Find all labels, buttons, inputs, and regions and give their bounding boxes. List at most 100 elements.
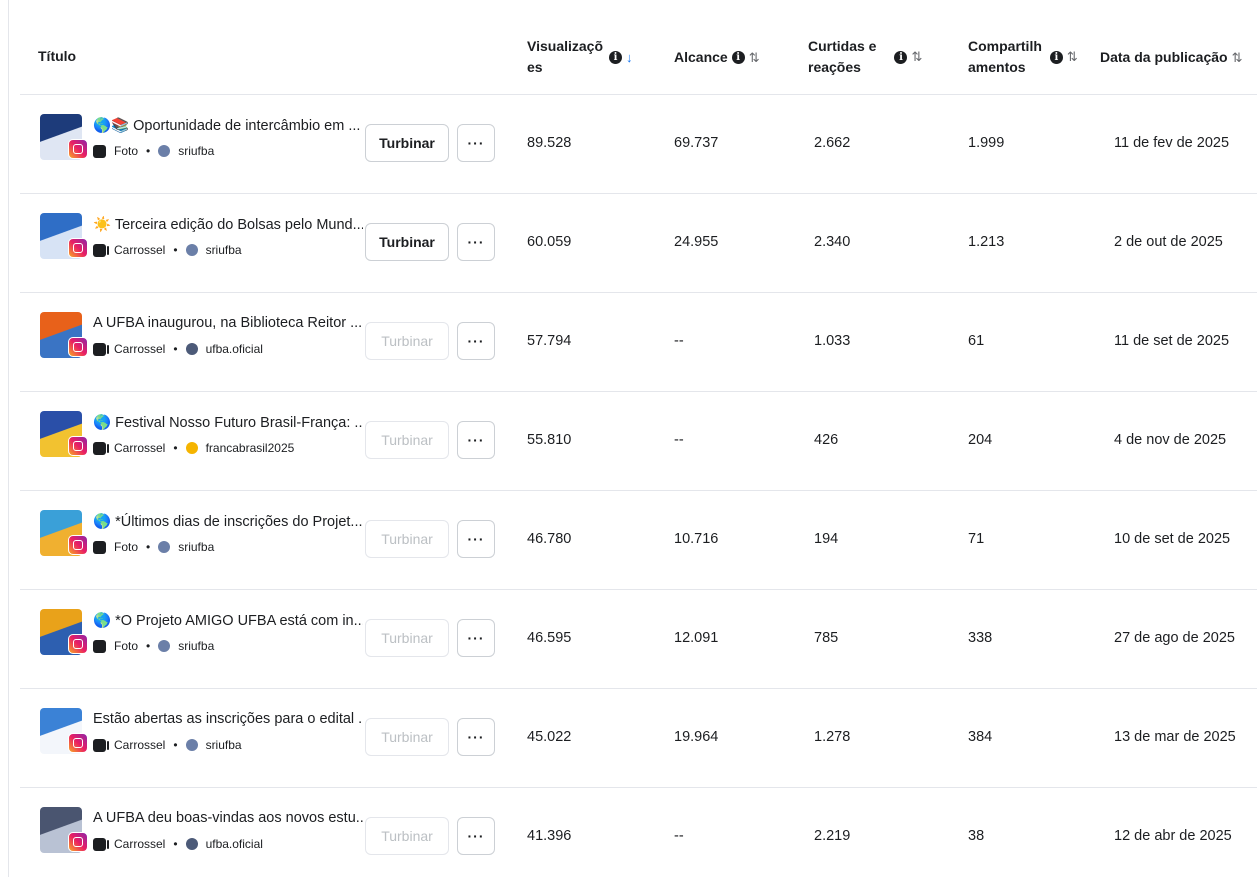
page-left-border [8, 0, 9, 877]
more-options-button[interactable]: ··· [457, 817, 495, 855]
table-header: Título Visualizaçõ es i ↓ Alcance i ⇅ Cu… [20, 0, 1257, 94]
carousel-icon [93, 837, 109, 851]
post-emoji: 🌎 [93, 415, 112, 431]
table-row[interactable]: 🌎 *Últimos dias de inscrições do Projet.… [20, 490, 1257, 590]
post-title[interactable]: A UFBA inaugurou, na Biblioteca Reitor .… [93, 315, 363, 331]
shares-info-icon[interactable]: i [1049, 50, 1063, 64]
photo-icon [93, 639, 106, 653]
post-title-text: *Últimos dias de inscrições do Projet... [115, 514, 363, 530]
post-title[interactable]: 🌎 Festival Nosso Futuro Brasil-França: .… [93, 414, 363, 431]
post-title[interactable]: Estão abertas as inscrições para o edita… [93, 711, 363, 727]
sort-icon[interactable]: ⇅ [749, 50, 760, 66]
post-emoji: 🌎 [93, 514, 112, 530]
reactions-value: 2.340 [814, 234, 851, 250]
header-title-label: Título [38, 48, 77, 64]
boost-button[interactable]: Turbinar [365, 124, 449, 162]
sort-icon[interactable]: ⇅ [1232, 50, 1243, 66]
separator-dot: • [146, 639, 151, 653]
views-value: 60.059 [527, 234, 572, 250]
account-avatar-icon [185, 442, 198, 454]
table-row[interactable]: A UFBA deu boas-vindas aos novos estu...… [20, 787, 1257, 887]
post-meta: Foto • sriufba [93, 144, 214, 158]
header-shares-line2: amentos [968, 59, 1026, 75]
sort-icon[interactable]: ⇅ [911, 49, 922, 65]
post-title[interactable]: ☀️ Terceira edição do Bolsas pelo Mund..… [93, 216, 363, 233]
header-reach[interactable]: Alcance i ⇅ [674, 47, 760, 68]
boost-button[interactable]: Turbinar [365, 619, 449, 657]
boost-button[interactable]: Turbinar [365, 223, 449, 261]
reactions-value: 2.219 [814, 828, 851, 844]
post-emoji: 🌎📚 [93, 118, 130, 134]
date-value: 13 de mar de 2025 [1114, 729, 1236, 745]
more-options-button[interactable]: ··· [457, 322, 495, 360]
post-type: Carrossel [114, 837, 166, 851]
instagram-icon [68, 535, 88, 555]
account-avatar-icon [158, 541, 171, 553]
views-value: 46.780 [527, 531, 572, 547]
header-shares[interactable]: Compartilh amentos i ⇅ [968, 36, 1078, 78]
table-row[interactable]: Estão abertas as inscrições para o edita… [20, 688, 1257, 788]
header-views[interactable]: Visualizaçõ es i ↓ [527, 36, 633, 78]
more-options-button[interactable]: ··· [457, 619, 495, 657]
reach-value: 12.091 [674, 630, 719, 646]
sort-icon[interactable]: ⇅ [1067, 49, 1078, 65]
post-meta: Carrossel • sriufba [93, 738, 242, 752]
more-options-button[interactable]: ··· [457, 421, 495, 459]
reach-value: 69.737 [674, 135, 719, 151]
reach-value: -- [674, 828, 684, 844]
post-title-text: Terceira edição do Bolsas pelo Mund... [114, 217, 363, 233]
boost-button[interactable]: Turbinar [365, 520, 449, 558]
account-avatar-icon [158, 640, 171, 652]
more-options-button[interactable]: ··· [457, 124, 495, 162]
post-account: sriufba [205, 738, 242, 752]
post-type: Carrossel [114, 243, 166, 257]
table-row[interactable]: 🌎 *O Projeto AMIGO UFBA está com in... F… [20, 589, 1257, 689]
boost-button[interactable]: Turbinar [365, 718, 449, 756]
post-type: Carrossel [114, 738, 166, 752]
boost-button[interactable]: Turbinar [365, 421, 449, 459]
shares-value: 204 [968, 432, 993, 448]
more-options-button[interactable]: ··· [457, 520, 495, 558]
post-title[interactable]: 🌎 *O Projeto AMIGO UFBA está com in... [93, 612, 363, 629]
post-title-text: Oportunidade de intercâmbio em ... [133, 118, 361, 134]
post-title[interactable]: 🌎📚 Oportunidade de intercâmbio em ... [93, 117, 363, 134]
post-title[interactable]: A UFBA deu boas-vindas aos novos estu... [93, 810, 363, 826]
post-title-text: Estão abertas as inscrições para o edita… [93, 711, 363, 727]
account-avatar-icon [158, 145, 171, 157]
header-views-line2: es [527, 59, 543, 75]
table-row[interactable]: A UFBA inaugurou, na Biblioteca Reitor .… [20, 292, 1257, 392]
views-info-icon[interactable]: i [609, 50, 623, 64]
shares-value: 71 [968, 531, 985, 547]
boost-button[interactable]: Turbinar [365, 322, 449, 360]
reach-value: 24.955 [674, 234, 719, 250]
post-type: Foto [114, 639, 139, 653]
post-emoji: ☀️ [93, 217, 112, 233]
table-row[interactable]: 🌎📚 Oportunidade de intercâmbio em ... Fo… [20, 94, 1257, 194]
header-date[interactable]: Data da publicação ⇅ [1100, 47, 1243, 68]
account-avatar-icon [185, 838, 198, 850]
date-value: 2 de out de 2025 [1114, 234, 1223, 250]
header-title[interactable]: Título [38, 46, 76, 67]
reactions-info-icon[interactable]: i [894, 50, 908, 64]
header-reactions[interactable]: Curtidas e reações i ⇅ [808, 36, 922, 78]
reach-value: -- [674, 432, 684, 448]
more-options-button[interactable]: ··· [457, 223, 495, 261]
separator-dot: • [173, 837, 178, 851]
shares-value: 1.999 [968, 135, 1005, 151]
views-value: 41.396 [527, 828, 572, 844]
more-options-button[interactable]: ··· [457, 718, 495, 756]
post-meta: Foto • sriufba [93, 540, 214, 554]
sort-desc-icon[interactable]: ↓ [626, 50, 633, 65]
table-row[interactable]: 🌎 Festival Nosso Futuro Brasil-França: .… [20, 391, 1257, 491]
post-account: sriufba [178, 144, 215, 158]
shares-value: 38 [968, 828, 985, 844]
reach-info-icon[interactable]: i [731, 51, 745, 64]
reactions-value: 426 [814, 432, 839, 448]
table-row[interactable]: ☀️ Terceira edição do Bolsas pelo Mund..… [20, 193, 1257, 293]
post-meta: Carrossel • ufba.oficial [93, 342, 263, 356]
boost-button[interactable]: Turbinar [365, 817, 449, 855]
post-title[interactable]: 🌎 *Últimos dias de inscrições do Projet.… [93, 513, 363, 530]
header-reactions-line2: reações [808, 59, 861, 75]
post-title-text: A UFBA deu boas-vindas aos novos estu... [93, 810, 363, 826]
post-account: ufba.oficial [205, 837, 263, 851]
